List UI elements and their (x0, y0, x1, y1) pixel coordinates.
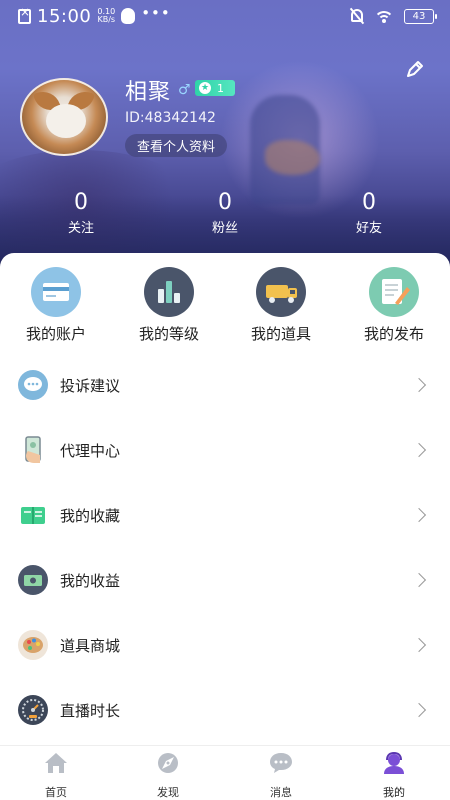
stat-value: 0 (218, 190, 232, 215)
star-icon: ★ (199, 82, 211, 94)
shortcut-label: 我的账户 (25, 325, 86, 343)
chevron-right-icon (411, 442, 427, 458)
shortcut-my-posts[interactable]: 我的发布 (338, 267, 450, 344)
chevron-right-icon (411, 377, 427, 393)
cash-icon (18, 565, 48, 595)
notepad-pen-icon (369, 267, 419, 317)
discover-icon (158, 753, 178, 773)
avatar[interactable] (20, 78, 108, 156)
menu-item-feedback[interactable]: 投诉建议 (0, 353, 450, 417)
stat-value: 0 (362, 190, 376, 215)
chat-bubble-icon (18, 370, 48, 400)
mute-icon (349, 7, 365, 25)
chevron-right-icon (411, 507, 427, 523)
edit-pencil-icon[interactable] (404, 58, 426, 80)
shortcut-my-account[interactable]: 我的账户 (0, 267, 112, 344)
truck-icon (256, 267, 306, 317)
shortcut-label: 我的等级 (138, 325, 199, 343)
menu-label: 投诉建议 (60, 376, 121, 395)
bar-chart-icon (144, 267, 194, 317)
menu-label: 直播时长 (60, 701, 121, 720)
chevron-right-icon (411, 572, 427, 588)
message-icon (270, 753, 292, 773)
no-sim-icon (18, 5, 31, 24)
male-gender-icon: ♂ (178, 82, 191, 98)
book-icon (18, 500, 48, 530)
chevron-right-icon (411, 702, 427, 718)
menu-item-agent-center[interactable]: 代理中心 (0, 418, 450, 482)
menu-label: 道具商城 (60, 636, 121, 655)
tab-discover[interactable]: 发现 (123, 751, 213, 800)
tab-label: 我的 (383, 786, 405, 799)
card-icon (31, 267, 81, 317)
level-badge: ★ 1 (195, 80, 235, 96)
tab-home[interactable]: 首页 (11, 751, 101, 800)
wifi-icon (374, 9, 394, 23)
tab-label: 发现 (157, 786, 179, 799)
tab-label: 消息 (270, 786, 292, 799)
user-id: ID:48342142 (125, 110, 216, 126)
menu-label: 我的收益 (60, 571, 121, 590)
stat-friends[interactable]: 0 好友 (329, 190, 409, 236)
speedometer-icon (18, 695, 48, 725)
content-card: 我的账户 我的等级 我的道具 我的发布 投诉建议 代理中心 我的收藏 我的收益 … (0, 253, 450, 745)
status-bar: 15:00 0.10 KB/s ••• 43 (0, 0, 450, 32)
menu-item-earnings[interactable]: 我的收益 (0, 548, 450, 612)
network-speed: 0.10 KB/s (97, 7, 116, 24)
stat-fans[interactable]: 0 粉丝 (185, 190, 265, 236)
battery-indicator: 43 (404, 8, 437, 24)
more-notifications-icon: ••• (141, 4, 171, 22)
shortcut-label: 我的发布 (363, 325, 424, 343)
stat-value: 0 (74, 190, 88, 215)
nickname: 相聚 (125, 80, 172, 105)
shortcut-row: 我的账户 我的等级 我的道具 我的发布 (0, 267, 450, 347)
stat-following[interactable]: 0 关注 (41, 190, 121, 236)
menu-label: 代理中心 (60, 441, 121, 460)
menu-item-props-store[interactable]: 道具商城 (0, 613, 450, 677)
qq-icon (121, 8, 136, 24)
stat-label: 好友 (355, 221, 382, 236)
stat-label: 粉丝 (211, 221, 238, 236)
status-time: 15:00 (37, 5, 92, 27)
view-profile-button[interactable]: 查看个人资料 (125, 134, 228, 157)
tab-label: 首页 (45, 786, 67, 799)
menu-item-favorites[interactable]: 我的收藏 (0, 483, 450, 547)
palette-icon (18, 630, 48, 660)
bottom-navigation: 首页 发现 消息 我的 (0, 745, 450, 800)
home-icon (45, 753, 67, 773)
menu-label: 我的收藏 (60, 506, 121, 525)
stat-label: 关注 (67, 221, 94, 236)
level-number: 1 (217, 81, 224, 95)
tab-me[interactable]: 我的 (349, 751, 439, 800)
shortcut-my-level[interactable]: 我的等级 (113, 267, 225, 344)
shortcut-label: 我的道具 (250, 325, 311, 343)
tab-messages[interactable]: 消息 (236, 751, 326, 800)
phone-hand-icon (18, 435, 48, 465)
shortcut-my-props[interactable]: 我的道具 (225, 267, 337, 344)
menu-item-live-duration[interactable]: 直播时长 (0, 678, 450, 742)
chevron-right-icon (411, 637, 427, 653)
profile-icon (384, 751, 404, 774)
